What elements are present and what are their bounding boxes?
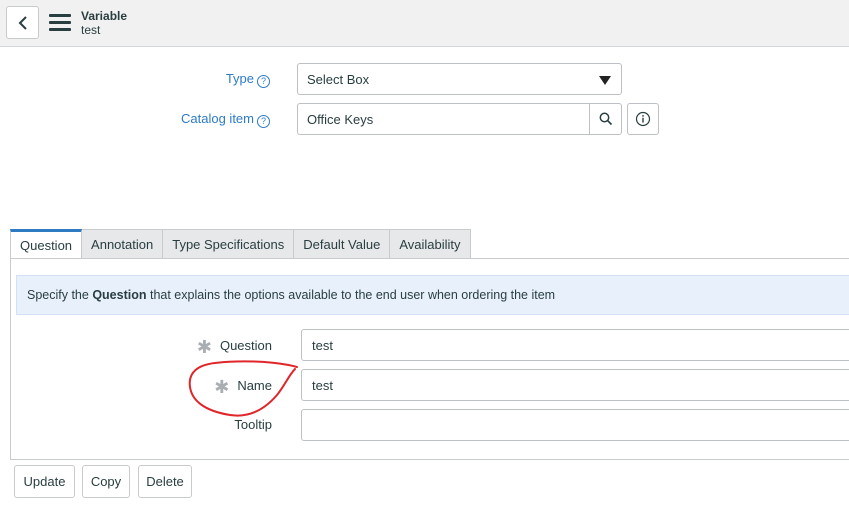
catalog-item-value: Office Keys [307,112,374,127]
mandatory-star-icon: ✱ [214,377,230,397]
catalog-item-preview-button[interactable] [627,103,659,135]
tab-question[interactable]: Question [10,229,83,259]
tooltip-label: Tooltip [170,417,272,432]
info-message-prefix: Specify the [27,288,93,302]
tab-type-specifications[interactable]: Type Specifications [163,229,295,259]
catalog-item-search-button[interactable] [589,103,622,135]
section-tabs: Question Annotation Type Specifications … [10,229,471,259]
catalog-item-label-text[interactable]: Catalog item [181,111,254,126]
tab-availability[interactable]: Availability [390,229,471,259]
info-message-bold: Question [92,288,147,302]
question-label-text: Question [219,338,272,353]
tooltip-label-text: Tooltip [234,417,272,432]
name-input[interactable]: test [301,369,849,401]
name-label: ✱ Name [170,377,272,398]
help-icon[interactable]: ? [257,115,270,128]
type-label-text[interactable]: Type [226,71,254,86]
delete-button[interactable]: Delete [138,465,192,498]
dropdown-caret-icon [599,76,611,85]
mandatory-star-icon: ✱ [196,337,212,357]
name-label-text: Name [237,378,272,393]
help-icon[interactable]: ? [257,75,270,88]
header-title: Variable [81,9,128,23]
catalog-item-input[interactable]: Office Keys [297,103,590,135]
search-icon [599,112,613,126]
question-input[interactable]: test [301,329,849,361]
update-button[interactable]: Update [14,465,75,498]
form-header: Variable test [0,0,849,47]
tab-annotation[interactable]: Annotation [82,229,164,259]
catalog-item-label[interactable]: Catalog item? [120,111,270,128]
question-value: test [312,338,333,353]
tab-default-value[interactable]: Default Value [294,229,391,259]
back-icon [18,15,27,30]
type-select[interactable]: Select Box [297,63,622,95]
tooltip-input[interactable] [301,409,849,441]
type-select-value: Select Box [307,72,370,87]
info-message: Specify the Question that explains the o… [16,275,849,315]
type-label[interactable]: Type? [150,71,270,88]
info-message-suffix: that explains the options available to t… [146,288,556,302]
back-button[interactable] [6,6,39,39]
question-label: ✱ Question [170,337,272,358]
info-icon [635,111,651,127]
copy-button[interactable]: Copy [82,465,130,498]
hamburger-menu-icon[interactable] [49,14,71,32]
name-value: test [312,378,333,393]
header-subtitle: test [81,23,101,37]
